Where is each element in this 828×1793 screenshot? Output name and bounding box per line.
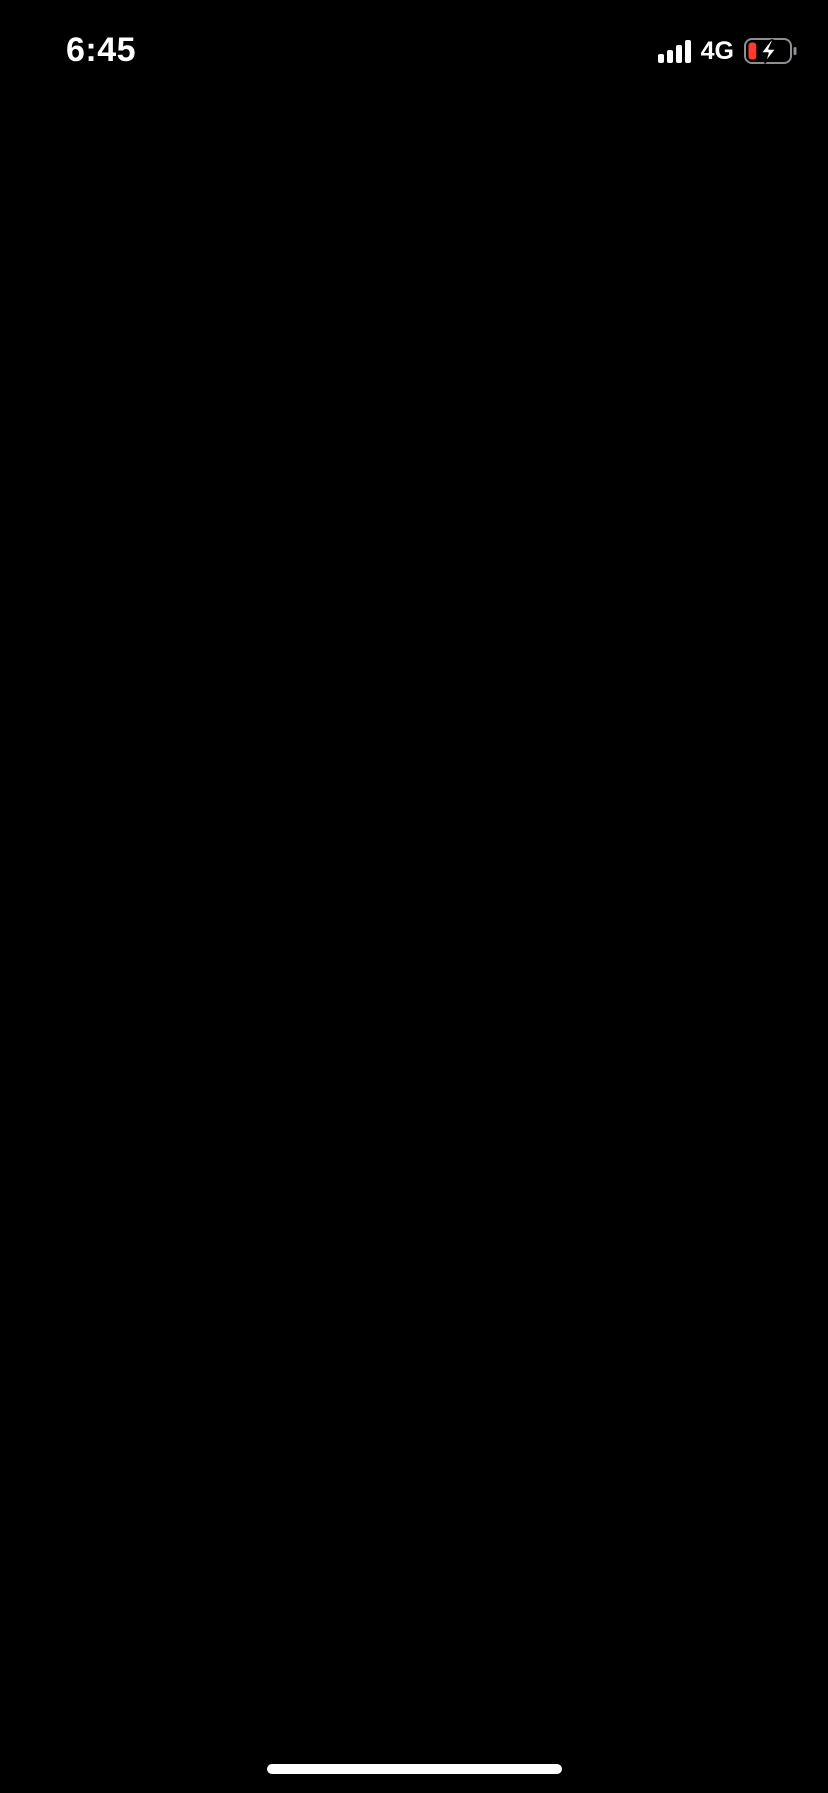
status-indicators: 4G	[657, 36, 798, 66]
battery-charging-icon	[744, 38, 797, 64]
network-type-label: 4G	[700, 37, 734, 65]
charging-bolt-icon	[760, 39, 777, 64]
battery-level-fill	[748, 42, 757, 60]
status-bar: 6:45 4G	[0, 0, 828, 100]
blank-screen-content	[0, 100, 828, 1740]
home-indicator[interactable]	[267, 1764, 562, 1774]
status-time: 6:45	[66, 31, 137, 69]
cellular-signal-icon	[657, 39, 691, 63]
